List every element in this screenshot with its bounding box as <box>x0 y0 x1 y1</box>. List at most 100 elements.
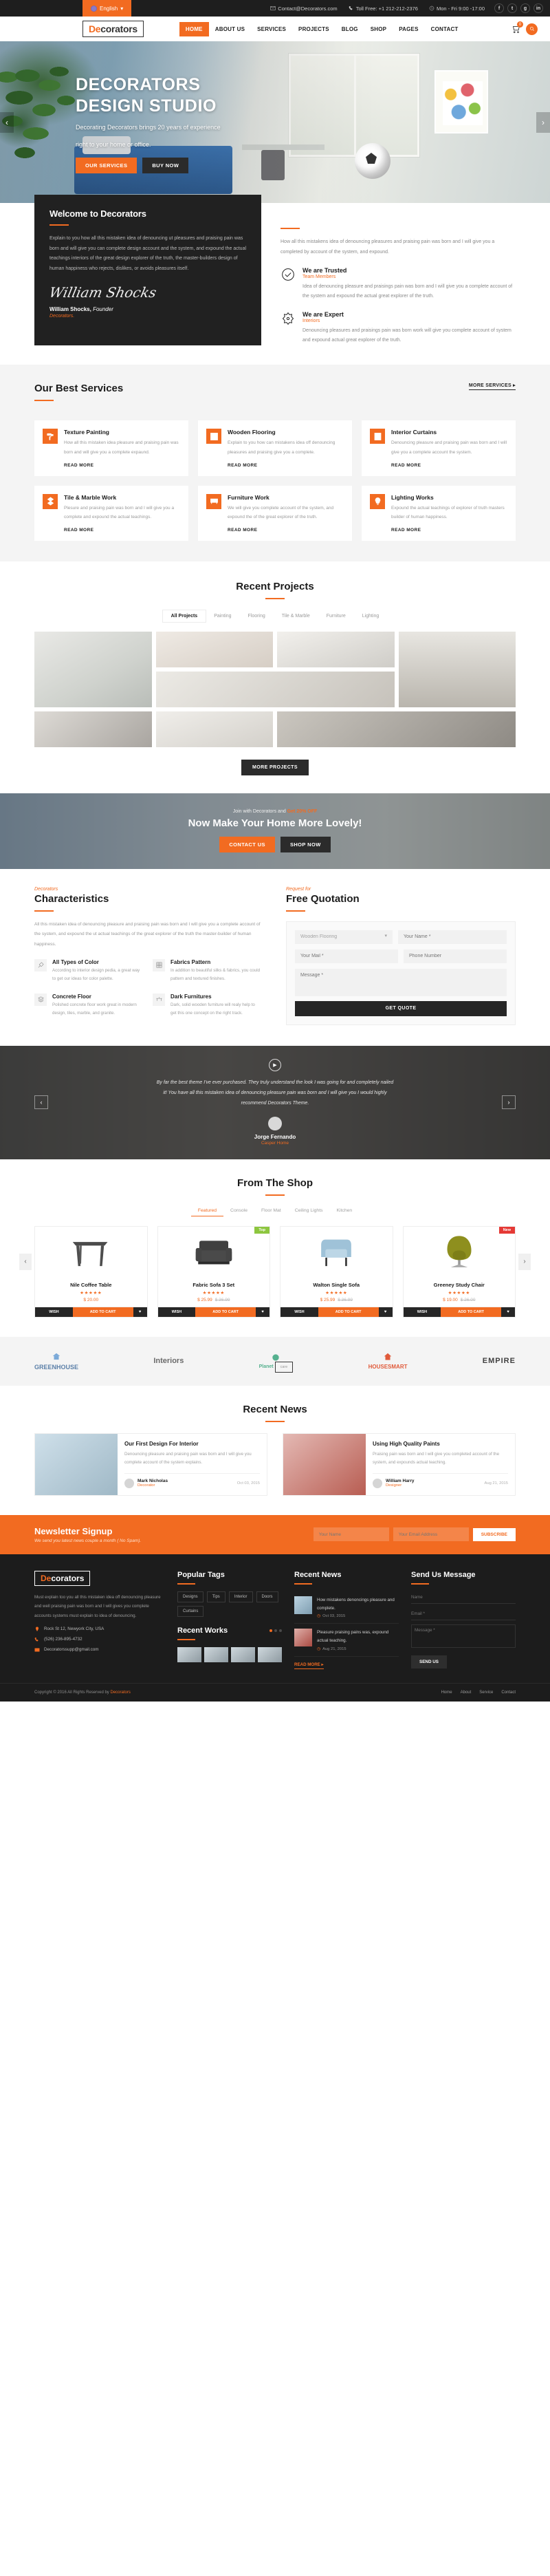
recent-work-thumb[interactable] <box>258 1646 282 1662</box>
service-read-more[interactable]: READ MORE <box>228 463 344 468</box>
cart-button[interactable]: 0 <box>511 21 523 34</box>
service-card[interactable]: Lighting Works Expound the actual teachi… <box>362 485 516 541</box>
newsletter-email-input[interactable] <box>393 1527 469 1542</box>
product-wish-button[interactable]: WISH <box>35 1307 73 1317</box>
newsletter-name-input[interactable] <box>313 1527 389 1542</box>
product-wish-button[interactable]: WISH <box>157 1307 196 1317</box>
email-input[interactable] <box>295 949 398 963</box>
message-textarea[interactable] <box>295 968 507 996</box>
product-wish-button[interactable]: WISH <box>280 1307 318 1317</box>
service-read-more[interactable]: READ MORE <box>64 463 180 468</box>
get-quote-button[interactable]: GET QUOTE <box>295 1000 507 1016</box>
footer-news-item[interactable]: How mistakens denoncings pleasure and co… <box>294 1591 399 1624</box>
filter-furniture[interactable]: Furniture <box>318 610 354 622</box>
filter-flooring[interactable]: Flooring <box>239 610 273 622</box>
language-selector[interactable]: English ▾ <box>82 0 132 17</box>
nav-item-projects[interactable]: PROJECTS <box>292 22 336 36</box>
recent-work-thumb[interactable] <box>177 1646 201 1662</box>
product-addtocart-button[interactable]: ADD TO CART <box>72 1307 133 1317</box>
brand-logo-planetcare[interactable]: Planet care <box>259 1353 294 1373</box>
tab-kitchen[interactable]: Kitchen <box>330 1205 360 1216</box>
project-thumbnail[interactable] <box>34 711 152 747</box>
recent-work-thumb[interactable] <box>231 1646 255 1662</box>
footer-link-contact[interactable]: Contact <box>501 1690 516 1695</box>
brand-logo-interiors[interactable]: Interiors <box>153 1357 184 1365</box>
hero-next-arrow[interactable]: › <box>536 111 550 133</box>
project-thumbnail[interactable] <box>155 631 273 667</box>
carousel-dot[interactable] <box>270 1629 272 1632</box>
heart-icon[interactable]: ♥ <box>378 1307 393 1317</box>
footer-link-about[interactable]: About <box>461 1690 472 1695</box>
tag-tips[interactable]: Tips <box>206 1591 226 1602</box>
nav-item-blog[interactable]: BLOG <box>336 22 364 36</box>
filter-lighting[interactable]: Lighting <box>354 610 388 622</box>
google-icon[interactable]: g <box>520 3 530 13</box>
product-card[interactable]: Top Fabric Sofa 3 Set ★★★★★ $ 25.99 $ 36.… <box>157 1225 270 1318</box>
play-icon[interactable]: ▶ <box>269 1059 281 1072</box>
more-services-link[interactable]: MORE SERVICES ▸ <box>468 383 516 391</box>
filter-painting[interactable]: Painting <box>206 610 239 622</box>
footer-phone[interactable]: (526) 236-895-4732 <box>34 1637 165 1642</box>
testimonial-next-arrow[interactable]: › <box>502 1095 516 1110</box>
service-read-more[interactable]: READ MORE <box>391 463 507 468</box>
product-addtocart-button[interactable]: ADD TO CART <box>441 1307 501 1317</box>
footer-link-home[interactable]: Home <box>441 1690 452 1695</box>
product-card[interactable]: Walton Single Sofa ★★★★★ $ 25.99 $ 36.99 … <box>280 1225 393 1318</box>
footer-email[interactable]: Decoratorssupp@gmail.com <box>34 1647 165 1653</box>
service-read-more[interactable]: READ MORE <box>64 528 180 533</box>
more-projects-button[interactable]: MORE PROJECTS <box>241 759 309 775</box>
footer-email-input[interactable] <box>411 1607 516 1620</box>
service-card[interactable]: Texture Painting How all this mistaken i… <box>34 420 188 476</box>
phone-info[interactable]: Toll Free: +1 212-212-2376 <box>349 6 418 12</box>
tab-ceiling-lights[interactable]: Ceiling Lights <box>288 1205 330 1216</box>
footer-message-textarea[interactable] <box>411 1624 516 1648</box>
footer-name-input[interactable] <box>411 1591 516 1604</box>
news-card[interactable]: Our First Design For Interior Denouncing… <box>34 1432 267 1496</box>
brand-logo-empire[interactable]: EMPIRE <box>483 1357 516 1365</box>
hero-services-button[interactable]: OUR SERVICES <box>76 158 138 174</box>
news-card[interactable]: Using High Quality Paints Praising pain … <box>283 1432 516 1496</box>
cta-shop-button[interactable]: SHOP NOW <box>280 837 331 853</box>
service-card[interactable]: Wooden Flooring Explain to you how can m… <box>198 420 352 476</box>
carousel-dot[interactable] <box>274 1629 277 1632</box>
footer-link-service[interactable]: Service <box>479 1690 493 1695</box>
site-logo[interactable]: Decorators <box>82 21 144 37</box>
tab-console[interactable]: Console <box>223 1205 254 1216</box>
phone-input[interactable] <box>404 949 507 963</box>
name-input[interactable] <box>398 930 507 944</box>
project-thumbnail[interactable] <box>34 631 152 707</box>
project-thumbnail[interactable] <box>398 631 516 707</box>
service-card[interactable]: Furniture Work We will give you complete… <box>198 485 352 541</box>
cta-contact-button[interactable]: CONTACT US <box>219 837 275 853</box>
footer-logo[interactable]: Decorators <box>34 1570 91 1586</box>
subscribe-button[interactable]: SUBSCRIBE <box>472 1527 516 1541</box>
heart-icon[interactable]: ♥ <box>133 1307 147 1317</box>
email-info[interactable]: Contact@Decorators.com <box>270 6 338 12</box>
product-card[interactable]: Nile Coffee Table ★★★★★ $ 20.00 WISH ADD… <box>34 1225 148 1318</box>
tab-featured[interactable]: Featured <box>190 1205 224 1216</box>
brand-logo-housesmart[interactable]: HOUSESMART <box>368 1352 407 1370</box>
service-card[interactable]: Tile & Marble Work Plesure and praising … <box>34 485 188 541</box>
hero-buynow-button[interactable]: BUY NOW <box>142 158 189 174</box>
footer-news-read-more[interactable]: READ MORE ▸ <box>294 1662 324 1669</box>
product-addtocart-button[interactable]: ADD TO CART <box>195 1307 256 1317</box>
nav-item-pages[interactable]: PAGES <box>393 22 424 36</box>
tab-floor-mat[interactable]: Floor Mat <box>254 1205 288 1216</box>
nav-item-about[interactable]: ABOUT US <box>209 22 251 36</box>
shop-prev-arrow[interactable]: ‹ <box>19 1253 32 1270</box>
project-thumbnail[interactable] <box>277 631 395 667</box>
recent-work-thumb[interactable] <box>204 1646 228 1662</box>
footer-news-item[interactable]: Pleasure praising pains was, expound act… <box>294 1624 399 1657</box>
tag-interior[interactable]: Interior <box>228 1591 253 1602</box>
service-select[interactable] <box>295 930 393 944</box>
tag-designs[interactable]: Designs <box>177 1591 204 1602</box>
service-card[interactable]: Interior Curtains Denouncing pleasure an… <box>362 420 516 476</box>
nav-item-contact[interactable]: CONTACT <box>425 22 465 36</box>
nav-item-home[interactable]: HOME <box>179 21 209 36</box>
product-wish-button[interactable]: WISH <box>403 1307 441 1317</box>
shop-next-arrow[interactable]: › <box>518 1253 531 1270</box>
service-select-wrapper[interactable] <box>295 930 393 944</box>
service-read-more[interactable]: READ MORE <box>391 528 507 533</box>
nav-item-services[interactable]: SERVICES <box>251 22 292 36</box>
tag-curtains[interactable]: Curtains <box>177 1605 204 1617</box>
